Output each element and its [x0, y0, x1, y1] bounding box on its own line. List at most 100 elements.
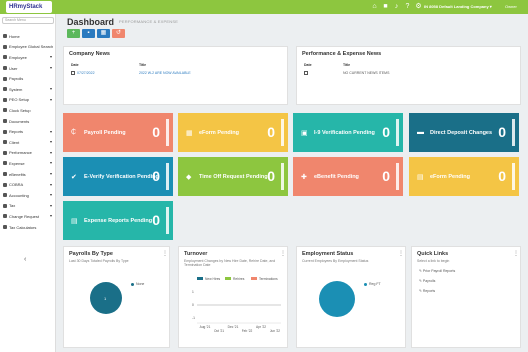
- sidebar-item-label: eBenefits: [9, 171, 26, 177]
- turnover-chart: New Hires Rehires Terminations 1 0 -1 Aug '21O…: [192, 277, 281, 333]
- sidebar-item[interactable]: Accounting: [0, 190, 56, 201]
- sidebar-item[interactable]: Expense: [0, 158, 56, 169]
- tile-accent-bar: [512, 163, 515, 190]
- pe-news-col-title: Title: [343, 63, 351, 67]
- legend-label: New Hires: [205, 277, 221, 281]
- sidebar-item-icon: [3, 140, 7, 145]
- sidebar-item-icon: [3, 214, 7, 219]
- tile-accent-bar: [166, 119, 169, 146]
- sidebar-item-label: Expense: [9, 160, 25, 166]
- tile-icon: ▤: [71, 218, 78, 225]
- sidebar-item[interactable]: Employee Global Search: [0, 42, 56, 53]
- sidebar-item-label: Employee: [9, 54, 27, 60]
- sidebar-item-label: PEO Setup: [9, 97, 30, 103]
- panel-menu-icon[interactable]: ⋮: [513, 250, 519, 258]
- tile-count: 0: [382, 124, 390, 140]
- panel-menu-icon[interactable]: ⋮: [398, 250, 404, 258]
- tile-icon: ✚: [301, 174, 307, 181]
- sidebar-item[interactable]: COBRA: [0, 179, 56, 190]
- reset-layout-button[interactable]: ↺: [112, 29, 125, 38]
- sidebar-item[interactable]: Client: [0, 137, 56, 148]
- legend-swatch: [225, 277, 231, 280]
- legend-label: Rehires: [233, 277, 245, 281]
- tile-accent-bar: [281, 163, 284, 190]
- sidebar-item-label: Documents: [9, 118, 30, 124]
- sidebar-item-label: Home: [9, 33, 20, 39]
- company-news-link[interactable]: 2022 W-2 ARE NOW AVAILABLE: [139, 71, 191, 75]
- status-tile[interactable]: ✚ eBenefit Pending 0: [293, 157, 403, 196]
- sidebar-item[interactable]: System: [0, 84, 56, 95]
- sidebar-item[interactable]: Tax: [0, 201, 56, 212]
- tile-label: Direct Deposit Changes: [430, 130, 493, 136]
- quick-link-label: Prior Payroll Reports: [422, 269, 456, 273]
- sidebar-item[interactable]: Payrolls: [0, 73, 56, 84]
- status-tile[interactable]: ✔ E-Verify Verification Pending 0: [63, 157, 173, 196]
- tile-icon: ▣: [301, 130, 308, 137]
- sidebar-collapse-icon[interactable]: ‹: [24, 256, 26, 263]
- sidebar-item-label: Accounting: [9, 192, 29, 198]
- sidebar-item[interactable]: Reports: [0, 126, 56, 137]
- y-tick-label: 1: [192, 290, 194, 294]
- tile-label: Expense Reports Pending: [84, 218, 153, 224]
- sidebar-item[interactable]: eBenefits: [0, 169, 56, 180]
- chevron-down-icon: [50, 141, 52, 144]
- grid-layout-button[interactable]: ▦: [97, 29, 110, 38]
- status-tile[interactable]: ▤ Expense Reports Pending 0: [63, 201, 173, 240]
- sidebar-item[interactable]: Performance: [0, 148, 56, 159]
- tile-count: 0: [152, 124, 160, 140]
- tile-label: Payroll Pending: [84, 130, 126, 136]
- sidebar-item-icon: [3, 172, 7, 177]
- sidebar-item-icon: [3, 44, 7, 49]
- logo[interactable]: HRmyStack: [6, 1, 52, 13]
- sidebar-item-icon: [3, 87, 7, 92]
- home-icon[interactable]: ⌂: [370, 2, 379, 11]
- sidebar-item-icon: [3, 119, 7, 124]
- sidebar-item-icon: [3, 203, 7, 208]
- tile-count: 0: [152, 168, 160, 184]
- quick-link[interactable]: ✎ Reports: [419, 289, 435, 293]
- quick-links-subtitle: Select a link to begin: [417, 259, 450, 263]
- sidebar-search-input[interactable]: Search Menu: [2, 17, 54, 24]
- sidebar-item[interactable]: Home: [0, 31, 56, 42]
- tile-accent-bar: [512, 119, 515, 146]
- sidebar-item[interactable]: PEO Setup: [0, 95, 56, 106]
- tile-icon: ▦: [186, 130, 193, 137]
- quick-links-title: Quick Links: [417, 251, 449, 257]
- status-tile[interactable]: ◆ Time Off Request Pending 0: [178, 157, 288, 196]
- status-tile[interactable]: ▣ I-9 Verification Pending 0: [293, 113, 403, 152]
- status-tile[interactable]: ▤ eForm Pending 0: [409, 157, 519, 196]
- sidebar-item[interactable]: Change Request: [0, 211, 56, 222]
- bell-icon[interactable]: ♪: [392, 2, 401, 11]
- sidebar-item[interactable]: Documents: [0, 116, 56, 127]
- add-widget-button[interactable]: +: [67, 29, 80, 38]
- briefcase-icon[interactable]: ■: [381, 2, 390, 11]
- sidebar-item[interactable]: Clock Setup: [0, 105, 56, 116]
- save-layout-button[interactable]: ▪: [82, 29, 95, 38]
- tile-icon: ▬: [417, 129, 424, 136]
- status-tile[interactable]: ▬ Direct Deposit Changes 0: [409, 113, 519, 152]
- sidebar-item-label: COBRA: [9, 182, 24, 188]
- sidebar-item[interactable]: Employee: [0, 52, 56, 63]
- top-bar: HRmyStack ⌂ ■ ♪ ? ⚙ IN 8058 Default Land…: [0, 0, 528, 14]
- payrolls-pie-label: 1: [104, 296, 107, 301]
- employment-pie-slice[interactable]: [319, 281, 355, 317]
- sidebar-item-label: Tax: [9, 203, 16, 209]
- chevron-down-icon: [50, 204, 52, 207]
- company-selector[interactable]: IN 8058 Default Landing Company ▾: [424, 3, 498, 11]
- profile-menu[interactable]: Owner: [505, 3, 525, 11]
- tile-count: 0: [267, 168, 275, 184]
- x-tick-label: Feb '22: [242, 329, 253, 333]
- sidebar-item[interactable]: Tax Calculators: [0, 222, 56, 233]
- status-tile[interactable]: ₵ Payroll Pending 0: [63, 113, 173, 152]
- panel-menu-icon[interactable]: ⋮: [162, 250, 168, 258]
- company-news-panel: Company News Date Title 07/27/2022 2022 …: [63, 46, 288, 105]
- status-tile[interactable]: ▦ eForm Pending 0: [178, 113, 288, 152]
- quick-link[interactable]: ✎ Prior Payroll Reports: [419, 269, 455, 273]
- settings-icon[interactable]: ⚙: [414, 2, 423, 11]
- calendar-icon: [71, 71, 75, 75]
- employment-status-subtitle: Current Employees By Employment Status: [302, 259, 369, 263]
- sidebar-item[interactable]: User: [0, 63, 56, 74]
- help-icon[interactable]: ?: [403, 2, 412, 11]
- quick-link[interactable]: ✎ Payrolls: [419, 279, 435, 283]
- tile-count: 0: [152, 212, 160, 228]
